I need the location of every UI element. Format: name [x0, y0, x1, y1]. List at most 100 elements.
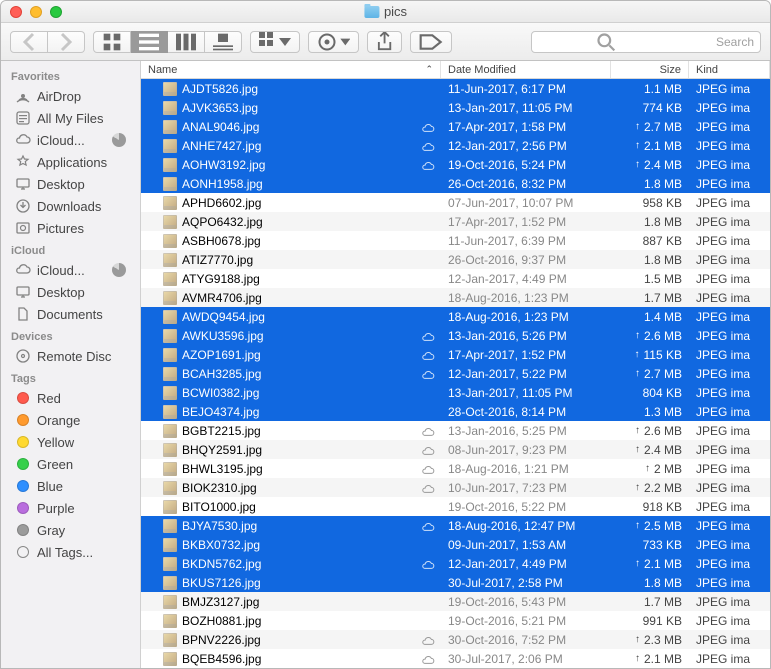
column-view-button[interactable] — [168, 31, 205, 53]
file-list[interactable]: AJDT5826.jpg11-Jun-2017, 6:17 PM1.1 MBJP… — [141, 79, 770, 668]
column-size[interactable]: Size — [611, 61, 689, 78]
file-row[interactable]: BCAH3285.jpg12-Jan-2017, 5:22 PM2.7 MBJP… — [141, 364, 770, 383]
sidebar-item-label: AirDrop — [37, 89, 81, 104]
sidebar-item[interactable]: All Tags... — [1, 541, 140, 563]
search-field[interactable]: Search — [531, 31, 761, 53]
maximize-button[interactable] — [50, 6, 62, 18]
file-row[interactable]: BCWI0382.jpg13-Jan-2017, 11:05 PM804 KBJ… — [141, 383, 770, 402]
sort-indicator-icon: ⌃ — [425, 64, 433, 75]
file-date: 13-Jan-2016, 5:25 PM — [441, 424, 611, 438]
file-row[interactable]: AONH1958.jpg26-Oct-2016, 8:32 PM1.8 MBJP… — [141, 174, 770, 193]
file-name: APHD6602.jpg — [182, 196, 261, 210]
file-size: 958 KB — [611, 196, 689, 210]
file-row[interactable]: BEJO4374.jpg28-Oct-2016, 8:14 PM1.3 MBJP… — [141, 402, 770, 421]
file-icon — [163, 215, 177, 229]
sidebar-item[interactable]: All My Files — [1, 107, 140, 129]
file-row[interactable]: BQEB4596.jpg30-Jul-2017, 2:06 PM2.1 MBJP… — [141, 649, 770, 668]
file-name: AOHW3192.jpg — [182, 158, 265, 172]
file-name: BHWL3195.jpg — [182, 462, 263, 476]
file-row[interactable]: ASBH0678.jpg11-Jun-2017, 6:39 PM887 KBJP… — [141, 231, 770, 250]
file-size: 2.1 MB — [611, 652, 689, 666]
list-view-button[interactable] — [131, 31, 168, 53]
file-row[interactable]: AQPO6432.jpg17-Apr-2017, 1:52 PM1.8 MBJP… — [141, 212, 770, 231]
cloud-icon — [421, 559, 435, 569]
file-date: 13-Jan-2016, 5:26 PM — [441, 329, 611, 343]
sidebar-item[interactable]: Downloads — [1, 195, 140, 217]
file-row[interactable]: ATIZ7770.jpg26-Oct-2016, 9:37 PM1.8 MBJP… — [141, 250, 770, 269]
file-row[interactable]: AWKU3596.jpg13-Jan-2016, 5:26 PM2.6 MBJP… — [141, 326, 770, 345]
forward-button[interactable] — [48, 31, 85, 53]
content-area: Name⌃ Date Modified Size Kind AJDT5826.j… — [141, 61, 770, 668]
file-kind: JPEG ima — [689, 272, 770, 286]
file-row[interactable]: AZOP1691.jpg17-Apr-2017, 1:52 PM115 KBJP… — [141, 345, 770, 364]
action-button[interactable] — [308, 31, 359, 53]
apps-icon — [15, 154, 31, 170]
sidebar-item[interactable]: Pictures — [1, 217, 140, 239]
sidebar-item[interactable]: Desktop — [1, 173, 140, 195]
file-row[interactable]: AOHW3192.jpg19-Oct-2016, 5:24 PM2.4 MBJP… — [141, 155, 770, 174]
minimize-button[interactable] — [30, 6, 42, 18]
sidebar-item-label: Documents — [37, 307, 103, 322]
icon-view-button[interactable] — [93, 31, 131, 53]
file-date: 11-Jun-2017, 6:39 PM — [441, 234, 611, 248]
sidebar-item[interactable]: Orange — [1, 409, 140, 431]
share-button[interactable] — [367, 31, 402, 53]
file-row[interactable]: BMJZ3127.jpg19-Oct-2016, 5:43 PM1.7 MBJP… — [141, 592, 770, 611]
file-row[interactable]: BKBX0732.jpg09-Jun-2017, 1:53 AM733 KBJP… — [141, 535, 770, 554]
file-kind: JPEG ima — [689, 424, 770, 438]
file-row[interactable]: BHQY2591.jpg08-Jun-2017, 9:23 PM2.4 MBJP… — [141, 440, 770, 459]
file-row[interactable]: BITO1000.jpg19-Oct-2016, 5:22 PM918 KBJP… — [141, 497, 770, 516]
back-button[interactable] — [10, 31, 48, 53]
sidebar-item-label: Green — [37, 457, 73, 472]
file-row[interactable]: BHWL3195.jpg18-Aug-2016, 1:21 PM2 MBJPEG… — [141, 459, 770, 478]
file-row[interactable]: AJDT5826.jpg11-Jun-2017, 6:17 PM1.1 MBJP… — [141, 79, 770, 98]
sidebar-item[interactable]: Purple — [1, 497, 140, 519]
file-row[interactable]: AVMR4706.jpg18-Aug-2016, 1:23 PM1.7 MBJP… — [141, 288, 770, 307]
close-button[interactable] — [10, 6, 22, 18]
file-date: 26-Oct-2016, 9:37 PM — [441, 253, 611, 267]
file-row[interactable]: ANAL9046.jpg17-Apr-2017, 1:58 PM2.7 MBJP… — [141, 117, 770, 136]
file-row[interactable]: APHD6602.jpg07-Jun-2017, 10:07 PM958 KBJ… — [141, 193, 770, 212]
file-row[interactable]: ANHE7427.jpg12-Jan-2017, 2:56 PM2.1 MBJP… — [141, 136, 770, 155]
sidebar-item[interactable]: Green — [1, 453, 140, 475]
sidebar-item[interactable]: Yellow — [1, 431, 140, 453]
file-row[interactable]: AWDQ9454.jpg18-Aug-2016, 1:23 PM1.4 MBJP… — [141, 307, 770, 326]
sidebar-item[interactable]: iCloud... — [1, 259, 140, 281]
file-row[interactable]: BKUS7126.jpg30-Jul-2017, 2:58 PM1.8 MBJP… — [141, 573, 770, 592]
desktop-icon — [15, 284, 31, 300]
sidebar-item[interactable]: AirDrop — [1, 85, 140, 107]
cloud-icon — [421, 141, 435, 151]
file-row[interactable]: BIOK2310.jpg10-Jun-2017, 7:23 PM2.2 MBJP… — [141, 478, 770, 497]
sidebar-item[interactable]: Applications — [1, 151, 140, 173]
sidebar-item[interactable]: Remote Disc — [1, 345, 140, 367]
cloud-icon — [421, 160, 435, 170]
file-size: 918 KB — [611, 500, 689, 514]
file-row[interactable]: BJYA7530.jpg18-Aug-2016, 12:47 PM2.5 MBJ… — [141, 516, 770, 535]
column-date[interactable]: Date Modified — [441, 61, 611, 78]
arrange-button[interactable] — [250, 31, 300, 53]
column-kind[interactable]: Kind — [689, 61, 770, 78]
sidebar-item[interactable]: Blue — [1, 475, 140, 497]
sidebar-item[interactable]: Gray — [1, 519, 140, 541]
file-date: 19-Oct-2016, 5:43 PM — [441, 595, 611, 609]
file-icon — [163, 595, 177, 609]
pictures-icon — [15, 220, 31, 236]
file-name: BCWI0382.jpg — [182, 386, 259, 400]
sidebar-item[interactable]: iCloud... — [1, 129, 140, 151]
sidebar-item[interactable]: Documents — [1, 303, 140, 325]
cloud-icon — [421, 350, 435, 360]
file-row[interactable]: AJVK3653.jpg13-Jan-2017, 11:05 PM774 KBJ… — [141, 98, 770, 117]
file-kind: JPEG ima — [689, 139, 770, 153]
file-icon — [163, 329, 177, 343]
file-row[interactable]: BGBT2215.jpg13-Jan-2016, 5:25 PM2.6 MBJP… — [141, 421, 770, 440]
tags-button[interactable] — [410, 31, 451, 53]
sidebar-item[interactable]: Red — [1, 387, 140, 409]
file-name: AWKU3596.jpg — [182, 329, 264, 343]
file-row[interactable]: BKDN5762.jpg12-Jan-2017, 4:49 PM2.1 MBJP… — [141, 554, 770, 573]
sidebar-item[interactable]: Desktop — [1, 281, 140, 303]
file-row[interactable]: ATYG9188.jpg12-Jan-2017, 4:49 PM1.5 MBJP… — [141, 269, 770, 288]
coverflow-view-button[interactable] — [205, 31, 242, 53]
file-row[interactable]: BOZH0881.jpg19-Oct-2016, 5:21 PM991 KBJP… — [141, 611, 770, 630]
column-name[interactable]: Name⌃ — [141, 61, 441, 78]
file-row[interactable]: BPNV2226.jpg30-Oct-2016, 7:52 PM2.3 MBJP… — [141, 630, 770, 649]
